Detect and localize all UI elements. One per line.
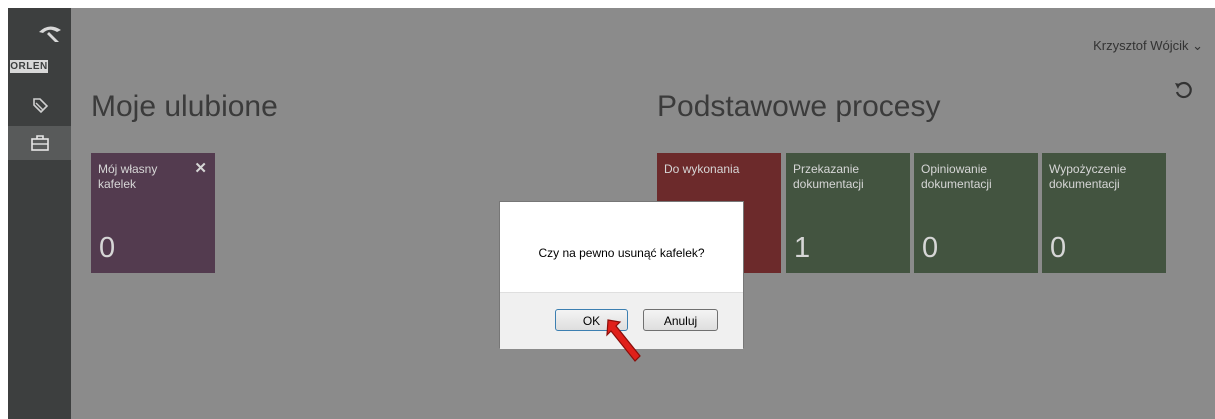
pointer-arrow-icon (606, 319, 641, 362)
chevron-down-icon: ⌄ (1192, 38, 1203, 53)
tile-label: Opiniowanie dokumentacji (921, 162, 992, 191)
tile-count: 0 (99, 232, 116, 264)
user-name: Krzysztof Wójcik (1093, 38, 1189, 53)
favorites-title: Moje ulubione (91, 90, 278, 123)
tile-count: 0 (1050, 232, 1067, 264)
tile-label: Mój własny kafelek (98, 162, 158, 191)
process-tile-wypozyczenie[interactable]: Wypożyczenie dokumentacji 0 (1042, 153, 1166, 273)
favorite-tile[interactable]: Mój własny kafelek ✕ 0 (91, 153, 215, 273)
close-icon[interactable]: ✕ (194, 159, 207, 177)
user-menu[interactable]: Krzysztof Wójcik ⌄ (1093, 38, 1203, 54)
cancel-button[interactable]: Anuluj (643, 309, 718, 331)
refresh-icon (1175, 81, 1192, 99)
tile-count: 1 (794, 232, 811, 264)
processes-title: Podstawowe procesy (657, 90, 941, 123)
sidebar: ORLEN (8, 8, 71, 419)
tag-icon (32, 98, 48, 114)
briefcase-icon (30, 135, 49, 151)
sidebar-item-documents[interactable] (8, 88, 71, 122)
sidebar-item-processes[interactable] (8, 126, 71, 160)
process-tile-przekazanie[interactable]: Przekazanie dokumentacji 1 (786, 153, 910, 273)
tile-label: Do wykonania (664, 162, 740, 176)
orlen-logo[interactable]: ORLEN (8, 26, 71, 74)
dialog-message: Czy na pewno usunąć kafelek? (538, 246, 705, 260)
orlen-eagle-icon (39, 26, 61, 42)
refresh-button[interactable] (1173, 80, 1193, 105)
tile-count: 0 (922, 232, 939, 264)
app-window: ORLEN Krzysztof Wójcik ⌄ Moje ulubione P… (0, 0, 1215, 419)
logo-text: ORLEN (10, 60, 48, 73)
process-tile-opiniowanie[interactable]: Opiniowanie dokumentacji 0 (914, 153, 1038, 273)
tile-label: Wypożyczenie dokumentacji (1049, 162, 1127, 191)
tile-label: Przekazanie dokumentacji (793, 162, 864, 191)
